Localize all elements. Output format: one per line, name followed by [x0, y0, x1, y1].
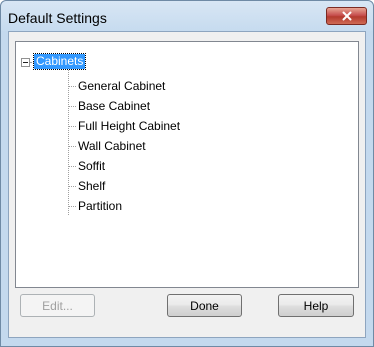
done-button[interactable]: Done: [167, 294, 242, 317]
tree-item-label: Wall Cabinet: [78, 139, 146, 153]
dialog-window: Default Settings Cabinets General Cabine…: [0, 0, 374, 347]
tree-connector: [68, 106, 76, 107]
title-bar[interactable]: Default Settings: [1, 1, 373, 31]
tree-connector: [68, 126, 76, 127]
tree-guide-line: [68, 70, 69, 215]
tree-item-label: Soffit: [78, 159, 106, 173]
help-button[interactable]: Help: [278, 294, 354, 317]
tree-item-label: General Cabinet: [78, 79, 166, 93]
edit-button[interactable]: Edit...: [20, 294, 95, 317]
tree-connector: [68, 206, 76, 207]
tree-connector: [68, 166, 76, 167]
close-button[interactable]: [326, 7, 367, 25]
tree-connector: [68, 86, 76, 87]
tree-item-cabinets[interactable]: Cabinets: [32, 53, 87, 70]
tree-connector: [68, 186, 76, 187]
window-title: Default Settings: [8, 10, 107, 26]
tree-item-label: Full Height Cabinet: [78, 119, 181, 133]
tree-item-label: Shelf: [78, 179, 106, 193]
tree-item-label: Base Cabinet: [78, 99, 151, 113]
collapse-icon[interactable]: [21, 58, 30, 67]
tree-item-label: Partition: [78, 199, 123, 213]
close-icon: [342, 11, 351, 21]
tree-connector: [68, 146, 76, 147]
settings-tree[interactable]: Cabinets General Cabinet Base Cabinet Fu…: [15, 41, 359, 288]
dialog-content: Cabinets General Cabinet Base Cabinet Fu…: [8, 31, 366, 338]
